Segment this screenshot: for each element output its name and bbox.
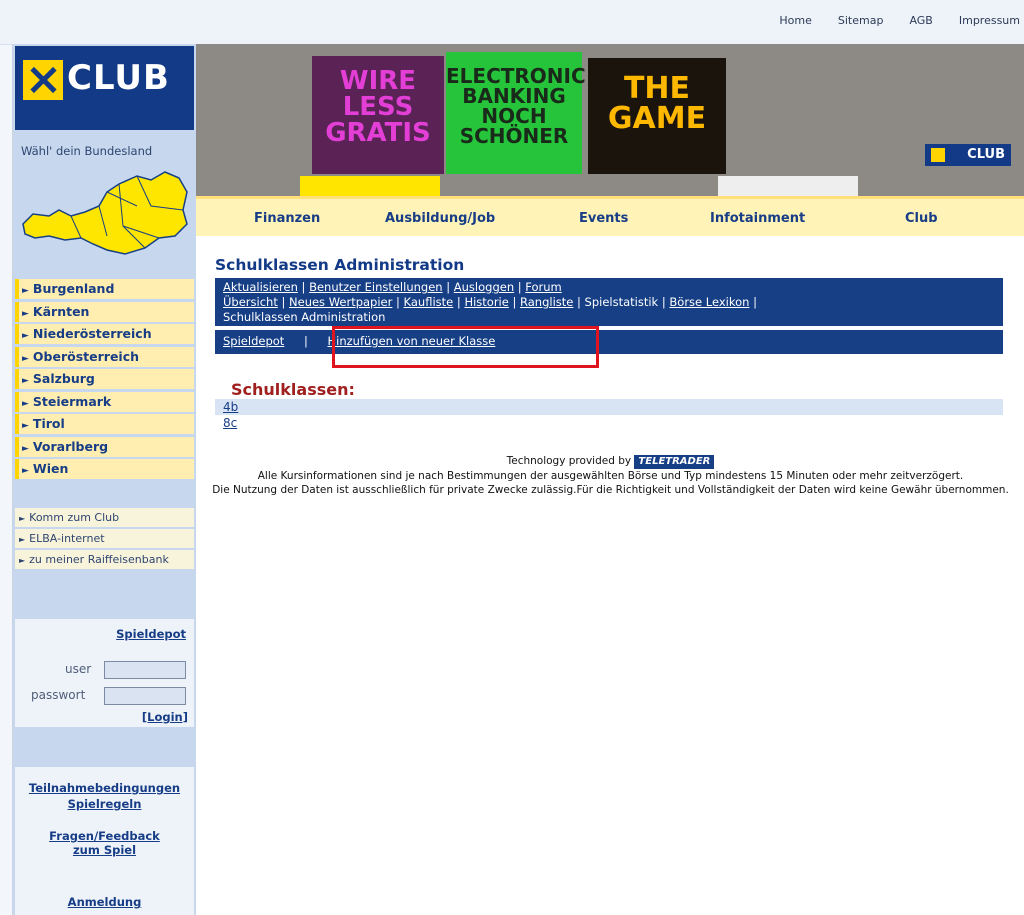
nav-events[interactable]: Events — [579, 211, 628, 226]
sidebar: CLUB Wähl' dein Bundesland ► Burgenland ►… — [13, 44, 196, 915]
user-label: user — [65, 662, 92, 676]
poster-the-game: THE GAME — [588, 58, 726, 174]
top-nav: Home Sitemap AGB Impressum — [779, 14, 1020, 27]
class-list: 4b 8c — [215, 399, 1003, 431]
menu-rangliste[interactable]: Rangliste — [520, 295, 573, 309]
club-logo[interactable]: CLUB — [15, 46, 194, 130]
disclaimer: Technology provided by TELETRADER Alle K… — [196, 454, 1024, 497]
link-feedback[interactable]: Fragen/Feedback zum Spiel — [15, 829, 194, 857]
state-salzburg[interactable]: ► Salzburg — [15, 369, 194, 389]
menu-spielstatistik[interactable]: Spielstatistik — [585, 295, 659, 309]
user-input[interactable] — [104, 661, 186, 679]
menu-ausloggen[interactable]: Ausloggen — [454, 280, 514, 294]
class-link-4b[interactable]: 4b — [223, 400, 238, 414]
topnav-impressum[interactable]: Impressum — [959, 14, 1020, 27]
austria-map-icon[interactable] — [19, 166, 191, 260]
menu-kaufliste[interactable]: Kaufliste — [404, 295, 454, 309]
nav-ausbildung-job[interactable]: Ausbildung/Job — [385, 211, 495, 226]
state-burgenland[interactable]: ► Burgenland — [15, 279, 194, 299]
top-bar: Home Sitemap AGB Impressum — [0, 0, 1024, 45]
link-teilnahmebedingungen[interactable]: Teilnahmebedingungen — [15, 781, 194, 795]
disclaimer-delay: Alle Kursinformationen sind je nach Best… — [257, 470, 964, 482]
state-kaernten[interactable]: ► Kärnten — [15, 301, 194, 322]
poster-wireless: WIRE LESS GRATIS — [312, 56, 444, 174]
page-title: Schulklassen Administration — [215, 256, 465, 274]
nav-club[interactable]: Club — [905, 211, 938, 226]
poster-strip-right — [718, 176, 858, 196]
link-anmeldung[interactable]: Anmeldung — [15, 895, 194, 909]
raiffeisen-mark-icon — [23, 60, 63, 100]
sidebar-footer-links: Teilnahmebedingungen Spielregeln Fragen/… — [15, 767, 194, 915]
menu-boerse-lexikon[interactable]: Börse Lexikon — [669, 295, 749, 309]
state-list: ► Burgenland ► Kärnten ► Niederösterreich ►… — [15, 279, 194, 482]
list-item: 4b — [215, 399, 1003, 415]
nav-infotainment[interactable]: Infotainment — [710, 211, 805, 226]
banner-club-badge: CLUB — [925, 144, 1011, 166]
link-komm-zum-club[interactable]: ► Komm zum Club — [15, 508, 194, 527]
poster-strip-left — [300, 176, 440, 196]
menu-forum[interactable]: Forum — [525, 280, 561, 294]
menu-historie[interactable]: Historie — [464, 295, 508, 309]
teletrader-logo[interactable]: TELETRADER — [634, 455, 715, 469]
menu-benutzer-einstellungen[interactable]: Benutzer Einstellungen — [309, 280, 443, 294]
state-steiermark[interactable]: ► Steiermark — [15, 391, 194, 412]
schulklassen-heading: Schulklassen: — [231, 380, 355, 399]
state-niederoesterreich[interactable]: ► Niederösterreich — [15, 324, 194, 344]
submenu-separator: | — [303, 334, 308, 348]
topnav-home[interactable]: Home — [779, 14, 811, 27]
highlight-box — [332, 326, 599, 368]
topnav-agb[interactable]: AGB — [909, 14, 932, 27]
list-item: 8c — [215, 415, 1003, 431]
topnav-sitemap[interactable]: Sitemap — [838, 14, 884, 27]
nav-finanzen[interactable]: Finanzen — [254, 211, 320, 226]
login-box: Spieldepot user passwort [Login] — [15, 619, 194, 727]
tech-line: Technology provided by — [506, 455, 632, 467]
header-banner: WIRE LESS GRATIS ELECTRONIC BANKING NOCH… — [196, 44, 1024, 196]
game-menu: Aktualisieren | Benutzer Einstellungen |… — [215, 278, 1003, 326]
menu-schulklassen-admin[interactable]: Schulklassen Administration — [223, 310, 385, 324]
menu-uebersicht[interactable]: Übersicht — [223, 295, 278, 309]
password-label: passwort — [31, 688, 86, 702]
poster-electronic-banking: ELECTRONIC BANKING NOCH SCHÖNER — [446, 52, 586, 174]
bundesland-label: Wähl' dein Bundesland — [21, 144, 153, 158]
class-link-8c[interactable]: 8c — [223, 416, 237, 430]
state-wien[interactable]: ► Wien — [15, 459, 194, 479]
menu-neues-wertpapier[interactable]: Neues Wertpapier — [289, 295, 392, 309]
state-vorarlberg[interactable]: ► Vorarlberg — [15, 436, 194, 457]
submenu-spieldepot[interactable]: Spieldepot — [223, 334, 284, 348]
main-nav: Finanzen Ausbildung/Job Events Infotainm… — [196, 196, 1024, 236]
password-input[interactable] — [104, 687, 186, 705]
page: CLUB Wähl' dein Bundesland ► Burgenland ►… — [12, 44, 1024, 915]
link-raiffeisenbank[interactable]: ► zu meiner Raiffeisenbank — [15, 550, 194, 569]
logo-text: CLUB — [67, 58, 170, 98]
link-spielregeln[interactable]: Spielregeln — [15, 797, 194, 811]
state-tirol[interactable]: ► Tirol — [15, 414, 194, 434]
state-oberoesterreich[interactable]: ► Oberösterreich — [15, 346, 194, 367]
sidebar-sublinks: ► Komm zum Club ► ELBA-internet ► zu meiner… — [15, 508, 194, 571]
spieldepot-link[interactable]: Spieldepot — [116, 627, 186, 641]
disclaimer-usage: Die Nutzung der Daten ist ausschließlich… — [212, 484, 1009, 496]
link-elba-internet[interactable]: ► ELBA-internet — [15, 529, 194, 548]
login-button[interactable]: [Login] — [142, 710, 188, 724]
menu-aktualisieren[interactable]: Aktualisieren — [223, 280, 298, 294]
